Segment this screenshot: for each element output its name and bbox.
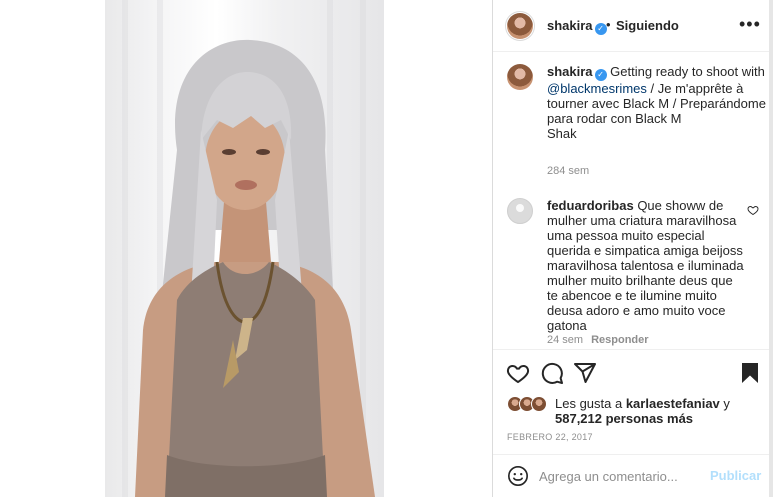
caption-mention-link[interactable]: @blackmesrimes	[547, 81, 647, 96]
emoji-icon[interactable]	[507, 465, 529, 487]
caption-text: shakira ✓ Getting ready to shoot with @bl…	[547, 64, 769, 141]
commenter-avatar[interactable]	[507, 198, 533, 224]
commenter-username[interactable]: feduardoribas	[547, 198, 634, 213]
add-comment-bar: Publicar	[493, 454, 770, 497]
reply-button[interactable]: Responder	[591, 334, 648, 346]
author-username[interactable]: shakira ✓	[547, 18, 607, 35]
caption-signoff: Shak	[547, 126, 577, 141]
post-actions: Les gusta a karlaestefaniav y 587,212 pe…	[493, 349, 770, 497]
window-scrollbar-edge	[769, 0, 773, 497]
header-separator: •	[606, 17, 611, 32]
post-photo[interactable]	[105, 0, 384, 497]
post-date[interactable]: FEBRERO 22, 2017	[507, 432, 593, 442]
post-side-panel: shakira ✓ • Siguiendo ••• shakira ✓ Gettin…	[492, 0, 773, 497]
comment-text: feduardoribas Que showw de mulher uma cr…	[547, 198, 747, 333]
post-photo-illustration	[122, 0, 375, 497]
post-media-area	[0, 0, 492, 497]
comment-meta: 24 sem Responder	[547, 331, 649, 346]
caption-author-avatar[interactable]	[507, 64, 533, 90]
publish-button[interactable]: Publicar	[710, 468, 761, 483]
likes-joiner: y	[719, 396, 730, 411]
comment-body: Que showw de mulher uma criatura maravil…	[547, 198, 744, 333]
likes-count-link[interactable]: 587,212 personas más	[555, 411, 693, 426]
likes-line: Les gusta a karlaestefaniav y	[555, 396, 730, 411]
comment-icon[interactable]	[540, 361, 564, 385]
liker-username-link[interactable]: karlaestefaniav	[626, 396, 720, 411]
verified-badge-icon: ✓	[594, 69, 607, 81]
liker-avatar[interactable]	[531, 396, 547, 412]
verified-badge-icon: ✓	[594, 23, 607, 35]
caption-timestamp[interactable]: 284 sem	[547, 165, 589, 177]
liker-avatars	[507, 396, 549, 414]
likes-prefix: Les gusta a	[555, 396, 626, 411]
caption-text-part: Getting ready to shoot with	[610, 64, 765, 79]
comment-like-heart-icon[interactable]	[747, 204, 759, 216]
comment-timestamp[interactable]: 24 sem	[547, 334, 583, 346]
follow-status-button[interactable]: Siguiendo	[616, 18, 679, 33]
comment-input[interactable]	[539, 463, 699, 489]
share-icon[interactable]	[573, 361, 597, 385]
author-avatar[interactable]	[507, 13, 533, 39]
more-options-icon[interactable]: •••	[739, 14, 761, 35]
post-header: shakira ✓ • Siguiendo •••	[493, 0, 770, 52]
bookmark-icon[interactable]	[738, 361, 762, 385]
caption-author-username[interactable]: shakira ✓	[547, 64, 607, 81]
heart-icon[interactable]	[506, 361, 530, 385]
